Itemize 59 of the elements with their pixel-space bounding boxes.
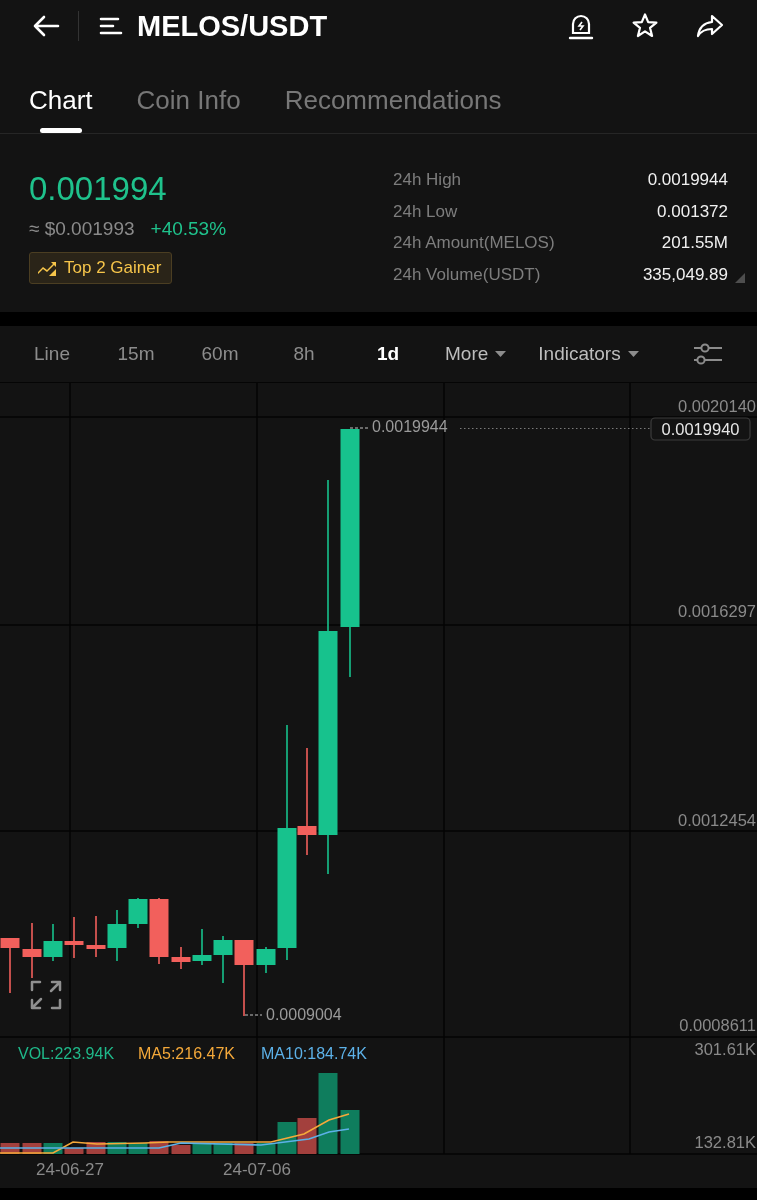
candle	[86, 915, 106, 958]
expand-icon[interactable]	[30, 980, 62, 1010]
date-label: 24-06-27	[35, 1160, 105, 1179]
usd-price: ≈ $0.001993	[29, 218, 135, 239]
leader-line	[349, 427, 369, 429]
share-icon[interactable]	[695, 13, 725, 39]
back-arrow-icon[interactable]	[32, 15, 60, 37]
interval-tab[interactable]: 8h	[262, 337, 346, 371]
leader-line	[244, 1014, 263, 1016]
price-change: +40.53%	[150, 218, 227, 239]
interval-tab[interactable]: 15m	[94, 337, 178, 371]
caret-icon	[495, 351, 507, 357]
stat-label: 24h High	[393, 169, 463, 191]
price-axis-label: 0.0008611	[679, 1016, 756, 1034]
date-label: 24-07-06	[222, 1160, 292, 1179]
menu-icon[interactable]	[99, 16, 123, 36]
tab[interactable]: Coin Info	[136, 85, 241, 133]
volume-bar	[340, 1110, 360, 1154]
tab[interactable]: Recommendations	[284, 85, 502, 133]
indicator-reading: VOL:223.94K	[18, 1045, 115, 1062]
pair-title: MELOS/USDT	[137, 9, 328, 43]
volume-axis-label: 132.81K	[694, 1133, 756, 1151]
dropdown-button[interactable]: More	[445, 337, 507, 371]
price-axis-label: 0.0016297	[678, 602, 756, 620]
volume-bar	[0, 1143, 20, 1154]
stat-label: 24h Amount(MELOS)	[393, 232, 555, 254]
volume-bar	[213, 1143, 233, 1154]
stat-value: 201.55M	[660, 232, 728, 254]
tab[interactable]: Chart	[29, 85, 93, 133]
volume-bar	[234, 1143, 254, 1154]
current-price-tag: 0.0019940	[650, 417, 751, 441]
price-axis-label: 0.0012454	[678, 811, 756, 829]
candle	[0, 937, 20, 994]
sliders-icon[interactable]	[693, 343, 723, 365]
volume-bar	[192, 1143, 212, 1154]
price-axis-label: 0.0020140	[678, 397, 756, 415]
indicator-reading: MA10:184.74K	[261, 1045, 367, 1062]
dropdown-button[interactable]: Indicators	[538, 337, 639, 371]
star-icon[interactable]	[631, 12, 659, 40]
volume-bar	[171, 1145, 191, 1154]
stat-value: 335,049.89	[642, 263, 728, 286]
indicator-reading: MA5:216.47K	[138, 1045, 235, 1062]
stat-value: 0.001372	[656, 200, 728, 223]
interval-tab[interactable]: 1d	[346, 337, 430, 371]
stat-label: 24h Low	[393, 200, 459, 223]
interval-tab[interactable]: Line	[10, 337, 94, 371]
volume-bar	[128, 1143, 148, 1154]
stat-value: 0.0019944	[646, 169, 728, 191]
low-price-label: 0.0009004	[266, 1006, 342, 1023]
high-price-label: 0.0019944	[372, 418, 448, 435]
candle	[64, 916, 84, 959]
volume-bar	[22, 1143, 42, 1154]
last-price: 0.001994	[29, 169, 167, 209]
volume-axis-label: 301.61K	[694, 1040, 756, 1058]
interval-tab[interactable]: 60m	[178, 337, 262, 371]
caret-icon	[627, 351, 639, 357]
stat-label: 24h Volume(USDT)	[393, 263, 542, 286]
gainer-rank-label: Top 2 Gainer	[64, 258, 162, 278]
trend-up-icon	[38, 260, 56, 276]
